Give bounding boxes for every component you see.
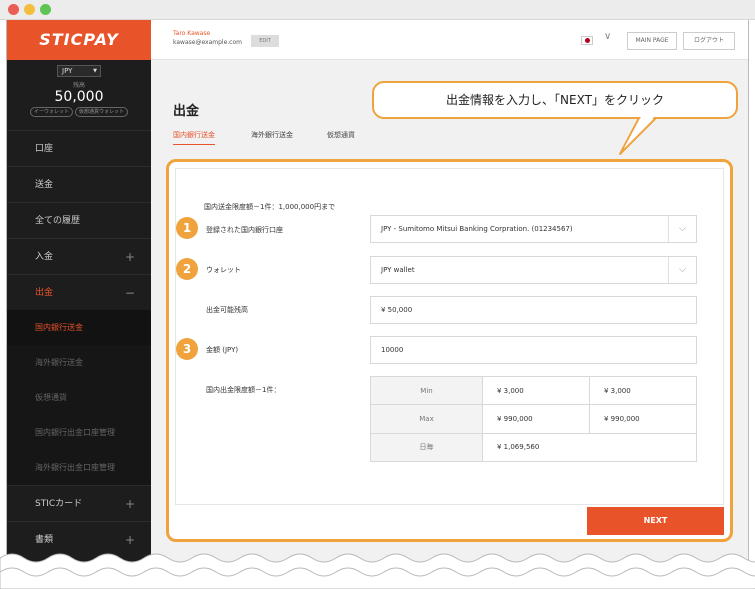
step-badge-3: 3 — [176, 338, 198, 360]
user-name: Taro Kawase — [173, 30, 211, 37]
sidebar-item-label: 口座 — [35, 144, 54, 154]
main-page-button[interactable]: MAIN PAGE — [627, 32, 677, 50]
sidebar: STICPAY JPY ▼ 残高 50,000 イーウォレット 仮想通貨ウォレッ… — [7, 20, 151, 569]
currency-select[interactable]: JPY ▼ — [57, 65, 101, 77]
balance-label: 残高 — [72, 82, 85, 89]
sidebar-subitem-domestic-account-mgmt[interactable]: 国内銀行出金口座管理 — [7, 415, 151, 450]
limit-value: ¥ 3,000 — [482, 375, 590, 406]
japan-flag-icon[interactable] — [581, 36, 593, 45]
torn-edge-decoration — [0, 553, 755, 589]
wallet-tag-crypto[interactable]: 仮想通貨ウォレット — [75, 107, 129, 117]
bank-account-select[interactable]: JPY - Sumitomo Mitsui Banking Corpration… — [370, 215, 697, 243]
sidebar-item-label: 書類 — [35, 535, 54, 545]
available-balance-label: 出金可能残高 — [206, 306, 248, 314]
amount-label: 金額 (JPY) — [206, 346, 239, 354]
sidebar-item-label: 出金 — [35, 288, 54, 298]
minus-icon: − — [124, 286, 135, 300]
sidebar-item-label: 送金 — [35, 180, 54, 190]
bank-account-value: JPY - Sumitomo Mitsui Banking Corpration… — [381, 225, 573, 233]
currency-value: JPY — [62, 67, 73, 75]
wallet-select[interactable]: JPY wallet ⌵ — [370, 256, 697, 284]
tab-domestic-bank[interactable]: 国内銀行送金 — [173, 130, 215, 145]
chevron-down-icon[interactable]: ⌵ — [668, 257, 696, 283]
minimize-window-button[interactable] — [24, 4, 35, 15]
sidebar-subitem-domestic-bank[interactable]: 国内銀行送金 — [7, 310, 151, 345]
tab-crypto[interactable]: 仮想通貨 — [327, 130, 355, 140]
app-window: STICPAY JPY ▼ 残高 50,000 イーウォレット 仮想通貨ウォレッ… — [0, 0, 755, 589]
withdraw-form-highlight: 国内送金限度額－1件：1,000,000円まで 1 登録された国内銀行口座 JP… — [166, 159, 733, 542]
page-title: 出金 — [173, 104, 200, 119]
bank-account-label: 登録された国内銀行口座 — [206, 226, 283, 234]
maximize-window-button[interactable] — [40, 4, 51, 15]
sidebar-item-withdraw[interactable]: 出金 − — [7, 274, 151, 310]
sidebar-item-transfer[interactable]: 送金 — [7, 166, 151, 202]
tab-overseas-bank[interactable]: 海外銀行送金 — [251, 130, 293, 140]
sidebar-nav: 口座 送金 全ての履歴 入金 + 出金 − 国内銀行送金 海外銀行送金 仮想通貨 国… — [7, 130, 151, 557]
domestic-limit-note: 国内送金限度額－1件：1,000,000円まで — [204, 203, 336, 211]
sidebar-subitem-crypto[interactable]: 仮想通貨 — [7, 380, 151, 415]
sidebar-item-label: 入金 — [35, 252, 54, 262]
wallet-tag-ewallet[interactable]: イーウォレット — [29, 107, 73, 117]
withdraw-form: 国内送金限度額－1件：1,000,000円まで 1 登録された国内銀行口座 JP… — [175, 168, 724, 505]
limit-value: ¥ 1,069,560 — [482, 432, 697, 463]
limit-value: ¥ 990,000 — [589, 404, 697, 434]
wallet-value: JPY wallet — [381, 266, 415, 274]
available-balance-field: ¥ 50,000 — [370, 296, 697, 324]
logout-button[interactable]: ログアウト — [683, 32, 735, 50]
limit-row-label: Min — [370, 375, 483, 406]
sidebar-item-label: STICカード — [35, 499, 83, 509]
instruction-callout: 出金情報を入力し、「NEXT」をクリック — [372, 81, 738, 119]
table-row: 日毎 ¥ 1,069,560 — [370, 432, 697, 463]
chevron-down-icon[interactable]: ⌵ — [668, 216, 696, 242]
user-email: kawase@example.com — [173, 39, 242, 46]
amount-input[interactable]: 10000 — [370, 336, 697, 364]
table-row: Min ¥ 3,000 ¥ 3,000 — [370, 375, 697, 406]
plus-icon: + — [124, 497, 135, 511]
plus-icon: + — [124, 250, 135, 264]
wallet-tags: イーウォレット 仮想通貨ウォレット — [7, 107, 151, 117]
limit-row-label: 日毎 — [370, 432, 483, 463]
edit-profile-button[interactable]: EDIT — [251, 35, 279, 47]
sidebar-subitem-overseas-account-mgmt[interactable]: 海外銀行出金口座管理 — [7, 450, 151, 485]
sidebar-item-account[interactable]: 口座 — [7, 130, 151, 166]
sidebar-item-deposit[interactable]: 入金 + — [7, 238, 151, 274]
caret-down-icon: ▼ — [93, 68, 97, 74]
limit-row-label: Max — [370, 404, 483, 434]
next-button[interactable]: NEXT — [587, 507, 724, 535]
limit-value: ¥ 3,000 — [589, 375, 697, 406]
sticpay-logo[interactable]: STICPAY — [7, 20, 151, 60]
callout-text: 出金情報を入力し、「NEXT」をクリック — [446, 93, 664, 107]
withdraw-limits-label: 国内出金限度額－1件： — [206, 386, 281, 394]
chevron-down-icon[interactable]: ∨ — [604, 31, 611, 42]
step-badge-2: 2 — [176, 258, 198, 280]
sidebar-item-label: 全ての履歴 — [35, 216, 81, 226]
sidebar-item-stic-card[interactable]: STICカード + — [7, 485, 151, 521]
limit-value: ¥ 990,000 — [482, 404, 590, 434]
close-window-button[interactable] — [8, 4, 19, 15]
step-badge-1: 1 — [176, 217, 198, 239]
top-header: Taro Kawase kawase@example.com EDIT ∨ MA… — [151, 20, 748, 60]
balance-value: 50,000 — [54, 89, 104, 105]
table-row: Max ¥ 990,000 ¥ 990,000 — [370, 404, 697, 434]
window-titlebar — [0, 0, 755, 20]
sidebar-item-history[interactable]: 全ての履歴 — [7, 202, 151, 238]
wallet-label: ウォレット — [206, 266, 241, 274]
withdraw-limits-table: Min ¥ 3,000 ¥ 3,000 Max ¥ 990,000 ¥ 990,… — [370, 375, 697, 463]
sidebar-subitem-overseas-bank[interactable]: 海外銀行送金 — [7, 345, 151, 380]
